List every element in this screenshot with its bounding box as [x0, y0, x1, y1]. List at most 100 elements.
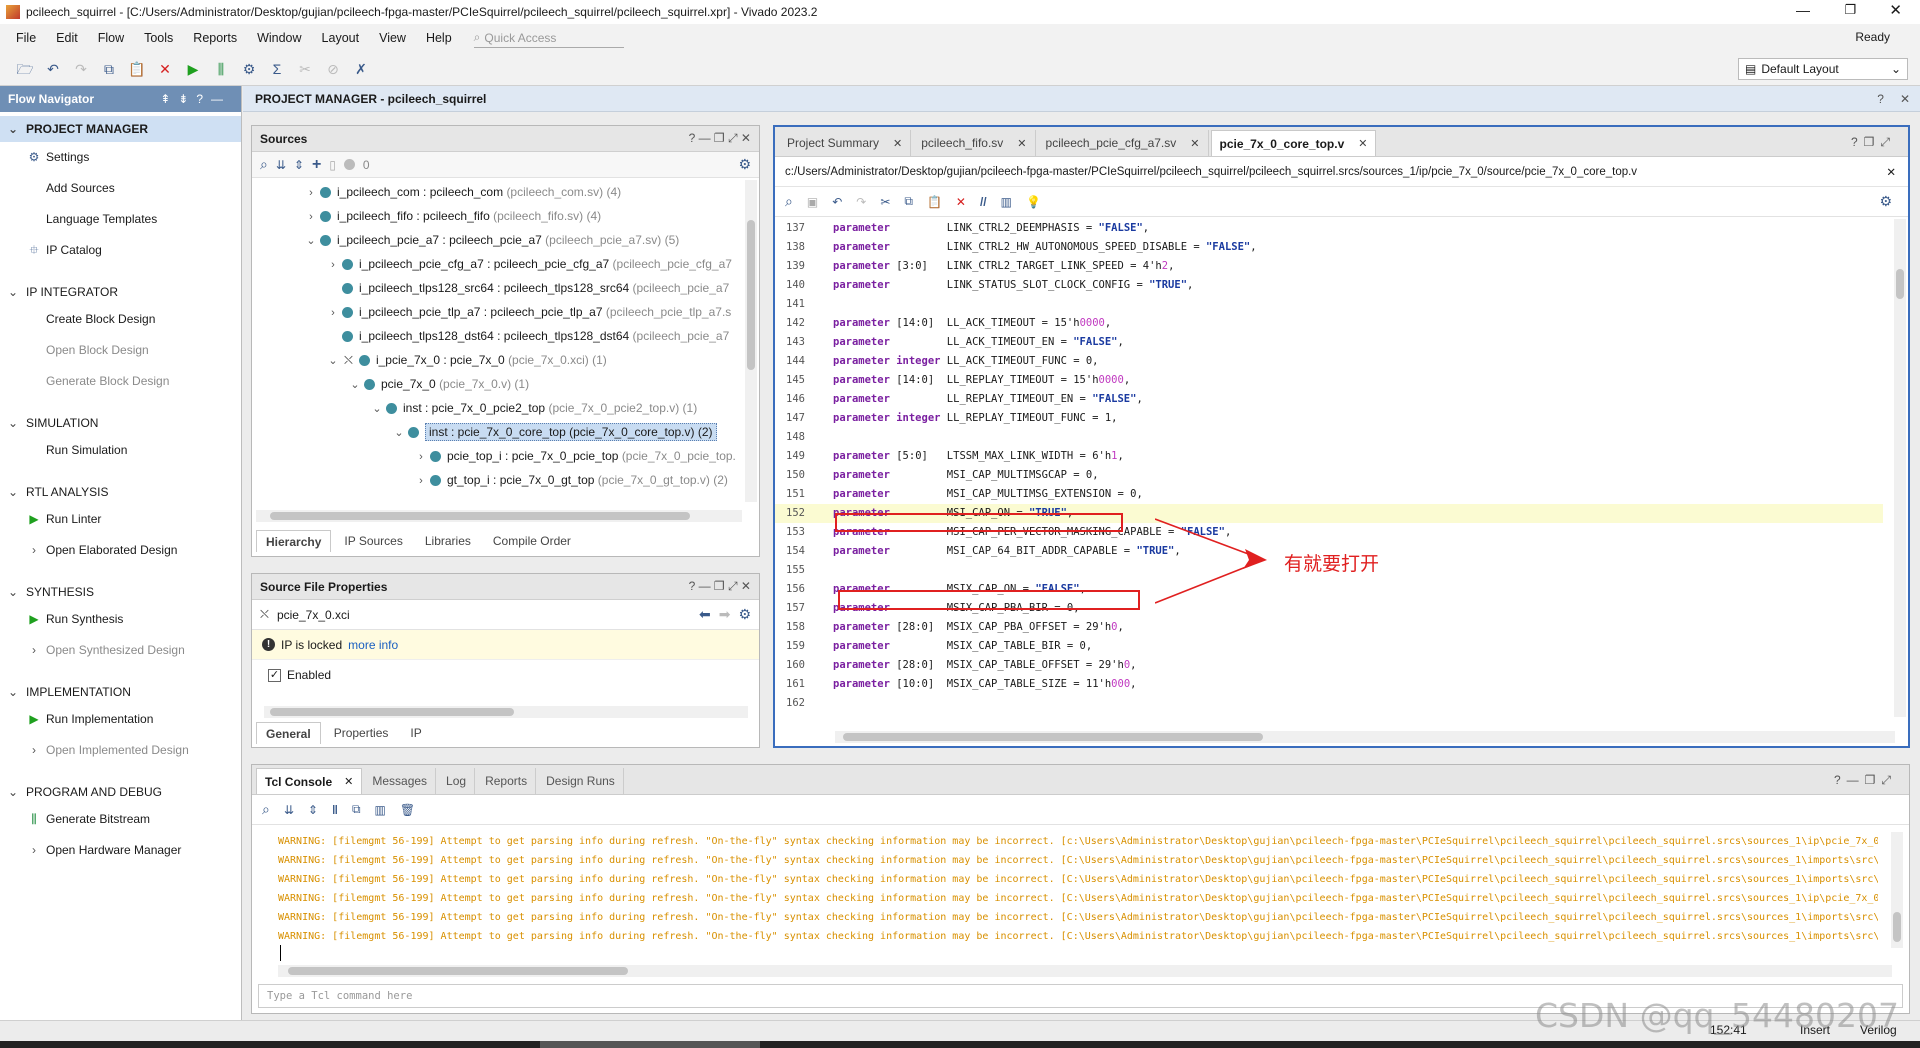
nav-item-add-sources[interactable]: Add Sources [0, 173, 241, 204]
menu-help[interactable]: Help [418, 31, 464, 45]
close-icon[interactable]: ✕ [1900, 92, 1910, 106]
nav-item-open-hardware-manager[interactable]: › Open Hardware Manager [0, 835, 241, 866]
layout-select[interactable]: ▤ Default Layout ⌄ [1738, 58, 1908, 80]
tree-item[interactable]: ⌄ i_pcileech_pcie_a7 : pcileech_pcie_a7 (… [304, 228, 744, 252]
console-vscroll[interactable] [1891, 832, 1903, 948]
menu-tools[interactable]: Tools [136, 31, 185, 45]
editor-vscroll[interactable] [1894, 219, 1906, 717]
columns-icon[interactable]: ▥ [375, 803, 386, 817]
nav-item-language-templates[interactable]: Language Templates [0, 204, 241, 235]
console-panel-controls[interactable]: ?—❐⤢ [1834, 773, 1897, 788]
tree-item[interactable]: i_pcileech_tlps128_src64 : pcileech_tlps… [304, 276, 744, 300]
tab-libraries[interactable]: Libraries [416, 530, 480, 552]
tab-general[interactable]: General [256, 722, 321, 744]
pause-icon[interactable]: ‖ [332, 803, 338, 817]
search-icon[interactable]: ⌕ [262, 801, 270, 818]
columns-icon[interactable]: ▥ [1001, 195, 1012, 209]
run-icon[interactable]: ▶ [182, 58, 204, 80]
header-controls[interactable]: ⇞⇟?— [160, 92, 231, 106]
nav-item-run-implementation[interactable]: ▶ Run Implementation [0, 704, 241, 735]
cross-tool-icon[interactable]: ✗ [350, 58, 372, 80]
nav-item-run-linter[interactable]: ▶ Run Linter [0, 504, 241, 535]
add-source-icon[interactable]: + [312, 156, 321, 174]
chevron-right-icon[interactable]: › [414, 445, 428, 469]
menu-file[interactable]: File [8, 31, 48, 45]
quick-access-box[interactable]: ⌕ Quick Access [473, 28, 624, 48]
file-icon[interactable]: ▯ [329, 158, 336, 172]
nav-item-create-block-design[interactable]: Create Block Design [0, 304, 241, 335]
tree-item[interactable]: › gt_top_i : pcie_7x_0_gt_top (pcie_7x_0_… [304, 468, 744, 492]
nav-section-project-manager[interactable]: ⌄ PROJECT MANAGER [0, 116, 241, 142]
tab-ip[interactable]: IP [401, 722, 430, 744]
nav-section-implementation[interactable]: ⌄ IMPLEMENTATION [0, 680, 241, 704]
chevron-right-icon[interactable]: › [304, 181, 318, 205]
settings-gear-icon[interactable]: ⚙ [738, 156, 751, 173]
nav-item-run-synthesis[interactable]: ▶ Run Synthesis [0, 604, 241, 635]
tree-item[interactable]: › i_pcileech_pcie_tlp_a7 : pcileech_pcie_… [304, 300, 744, 324]
console-tab-reports[interactable]: Reports [477, 768, 537, 794]
delete-icon[interactable]: ✕ [956, 195, 966, 209]
tree-item[interactable]: i_pcileech_tlps128_dst64 : pcileech_tlps… [304, 324, 744, 348]
console-output[interactable]: WARNING: [filemgmt 56-199] Attempt to ge… [278, 832, 1878, 948]
tree-item[interactable]: ⌄ inst : pcie_7x_0_pcie2_top (pcie_7x_0_p… [304, 396, 744, 420]
redo-icon[interactable]: ↷ [70, 58, 92, 80]
console-tab-messages[interactable]: Messages [364, 768, 437, 794]
copy-icon[interactable]: ⧉ [352, 802, 361, 817]
chevron-down-icon[interactable]: ⌄ [348, 373, 362, 397]
collapse-all-icon[interactable]: ⇊ [284, 803, 294, 817]
nav-item-generate-block-design[interactable]: Generate Block Design [0, 366, 241, 397]
tree-item[interactable]: ⌄ ⛌ i_pcie_7x_0 : pcie_7x_0 (pcie_7x_0.xci… [304, 348, 744, 372]
open-project-icon[interactable]: 🗁 [14, 58, 36, 80]
menu-edit[interactable]: Edit [48, 31, 90, 45]
editor-tab-project-summary[interactable]: Project Summary ✕ [779, 130, 912, 156]
lightbulb-icon[interactable]: 💡 [1026, 195, 1041, 209]
close-tab-icon[interactable]: ✕ [1358, 137, 1367, 150]
minimize-button[interactable]: — [1796, 2, 1810, 18]
close-tab-icon[interactable]: ✕ [893, 137, 902, 150]
panel-controls[interactable]: ? — ❐ ⤢ ✕ [689, 131, 751, 146]
paste-icon[interactable]: 📋 [927, 195, 942, 209]
close-tab-icon[interactable]: ✕ [344, 775, 353, 788]
nav-section-synthesis[interactable]: ⌄ SYNTHESIS [0, 580, 241, 604]
chevron-right-icon[interactable]: › [326, 301, 340, 325]
editor-tab-pcileech-fifo-sv[interactable]: pcileech_fifo.sv ✕ [913, 130, 1036, 156]
nav-item-open-implemented-design[interactable]: › Open Implemented Design [0, 735, 241, 766]
forward-arrow-icon[interactable]: ➡ [719, 606, 731, 623]
help-icon[interactable]: ? [1877, 92, 1884, 106]
nav-item-open-synthesized-design[interactable]: › Open Synthesized Design [0, 635, 241, 666]
panel-controls[interactable]: ? — ❐ ⤢ ✕ [689, 579, 751, 594]
enabled-checkbox[interactable]: ✓ [268, 668, 281, 682]
menu-view[interactable]: View [371, 31, 418, 45]
nav-section-program-and-debug[interactable]: ⌄ PROGRAM AND DEBUG [0, 780, 241, 804]
nav-item-settings[interactable]: ⚙ Settings [0, 142, 241, 173]
clear-icon[interactable]: 🗑 [400, 803, 415, 817]
tab-ip-sources[interactable]: IP Sources [335, 530, 411, 552]
menu-window[interactable]: Window [249, 31, 313, 45]
menu-reports[interactable]: Reports [185, 31, 249, 45]
sources-hscroll[interactable] [256, 510, 742, 522]
collapse-all-icon[interactable]: ⇊ [276, 158, 286, 172]
expand-all-icon[interactable]: ⇕ [308, 803, 318, 817]
settings-gear-icon[interactable]: ⚙ [238, 58, 260, 80]
more-info-link[interactable]: more info [348, 638, 398, 652]
paste-icon[interactable]: 📋 [126, 58, 148, 80]
tree-item[interactable]: › i_pcileech_fifo : pcileech_fifo (pcilee… [304, 204, 744, 228]
undo-icon[interactable]: ↶ [42, 58, 64, 80]
maximize-button[interactable]: ❐ [1844, 2, 1856, 18]
chevron-right-icon[interactable]: › [326, 253, 340, 277]
close-tab-icon[interactable]: ✕ [1017, 137, 1026, 150]
nav-section-ip-integrator[interactable]: ⌄ IP INTEGRATOR [0, 280, 241, 304]
tree-item[interactable]: ⌄ inst : pcie_7x_0_core_top (pcie_7x_0_co… [304, 420, 744, 444]
chevron-right-icon[interactable]: › [414, 469, 428, 493]
editor-tab-pcileech-pcie-cfg-a7-sv[interactable]: pcileech_pcie_cfg_a7.sv ✕ [1038, 130, 1209, 156]
console-tab-log[interactable]: Log [438, 768, 476, 794]
console-tab-tcl-console[interactable]: Tcl Console ✕ [256, 768, 363, 794]
tree-item[interactable]: › pcie_top_i : pcie_7x_0_pcie_top (pcie_7… [304, 444, 744, 468]
back-arrow-icon[interactable]: ⬅ [699, 606, 711, 623]
search-icon[interactable]: ⌕ [260, 156, 268, 173]
nav-section-rtl-analysis[interactable]: ⌄ RTL ANALYSIS [0, 480, 241, 504]
close-tab-icon[interactable]: ✕ [1190, 137, 1199, 150]
nav-item-open-elaborated-design[interactable]: › Open Elaborated Design [0, 535, 241, 566]
console-hscroll[interactable] [278, 965, 1892, 977]
sigma-icon[interactable]: Σ [266, 58, 288, 80]
